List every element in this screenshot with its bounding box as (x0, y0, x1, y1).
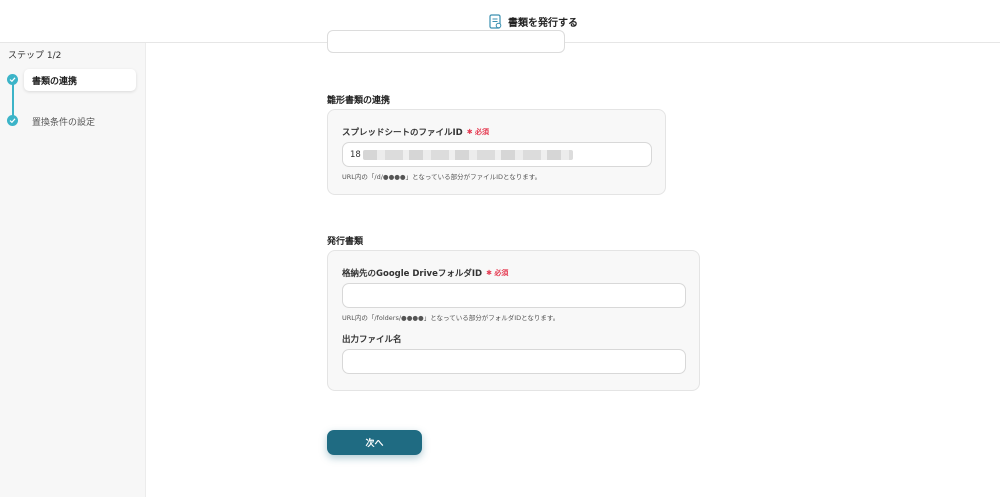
template-section-title: 雛形書類の連携 (327, 96, 391, 106)
spreadsheet-id-label: スプレッドシートのファイルID ✱ 必須 (342, 128, 490, 138)
sidebar-step-label: 置換条件の設定 (32, 117, 96, 128)
step-counter: ステップ 1/2 (8, 51, 62, 61)
folder-id-input[interactable] (342, 283, 686, 308)
required-badge: ✱ 必須 (466, 128, 490, 136)
sidebar-step-documents[interactable]: 書類の連携 (24, 69, 136, 91)
document-icon (489, 13, 502, 29)
spreadsheet-id-hint: URL内の「/d/●●●●」となっている部分がファイルIDとなります。 (342, 173, 542, 181)
check-icon (7, 74, 18, 85)
next-button[interactable]: 次へ (327, 430, 422, 455)
previous-input-partial[interactable] (327, 30, 565, 53)
filename-label: 出力ファイル名 (342, 335, 402, 345)
redacted-text (363, 150, 573, 160)
folder-id-hint: URL内の「/folders/●●●●」となっている部分がフォルダIDとなります… (342, 314, 560, 322)
page-title: 書類を発行する (489, 12, 578, 30)
template-card: スプレッドシートのファイルID ✱ 必須 18 URL内の「/d/●●●●」とな… (327, 109, 666, 195)
sidebar-step-replace-conditions[interactable]: 置換条件の設定 (24, 110, 136, 132)
sidebar-step-label: 書類の連携 (32, 76, 78, 87)
issue-section-title: 発行書類 (327, 237, 364, 247)
spreadsheet-id-value: 18 (350, 150, 361, 160)
check-icon (7, 115, 18, 126)
step-connector (12, 80, 14, 120)
sidebar: ステップ 1/2 書類の連携 置換条件の設定 (0, 43, 146, 497)
issue-card: 格納先のGoogle DriveフォルダID ✱ 必須 URL内の「/folde… (327, 250, 700, 391)
filename-input[interactable] (342, 349, 686, 374)
page-title-text: 書類を発行する (508, 17, 578, 29)
spreadsheet-id-input[interactable]: 18 (342, 142, 652, 167)
folder-id-label: 格納先のGoogle DriveフォルダID ✱ 必須 (342, 269, 509, 279)
required-badge: ✱ 必須 (486, 269, 509, 277)
